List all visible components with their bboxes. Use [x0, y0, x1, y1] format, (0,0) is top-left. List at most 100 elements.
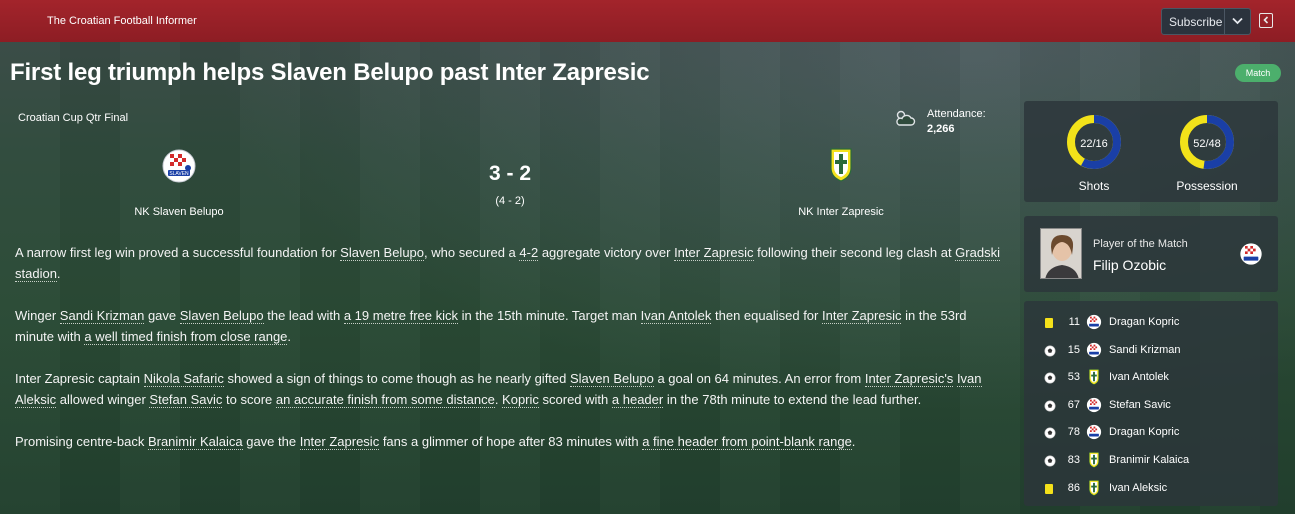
article-text: allowed winger: [56, 392, 150, 407]
event-row[interactable]: 83 Branimir Kalaica: [1024, 450, 1278, 470]
player-of-the-match-panel[interactable]: Player of the Match Filip Ozobic: [1024, 216, 1278, 292]
shots-label: Shots: [1078, 179, 1110, 193]
attendance-value: 2,266: [927, 123, 955, 135]
match-badge[interactable]: Match: [1235, 64, 1281, 82]
article-link[interactable]: Inter Zapresic: [821, 308, 902, 324]
article-text: A narrow first leg win proved a successf…: [15, 245, 341, 260]
inter-zapresic-crest-icon: [1088, 452, 1100, 473]
article-text: .: [56, 266, 61, 281]
potm-label: Player of the Match: [1093, 238, 1188, 250]
article-paragraph: Promising centre-back Branimir Kalaica g…: [15, 431, 1005, 452]
event-row[interactable]: 86 Ivan Aleksic: [1024, 478, 1278, 498]
subscribe-button[interactable]: Subscribe: [1161, 8, 1251, 35]
football-icon: [1044, 454, 1056, 472]
home-team-name[interactable]: NK Slaven Belupo: [79, 206, 279, 218]
slaven-belupo-crest-icon: [1086, 314, 1102, 335]
match-events-panel: 11 Dragan Kopric 15 Sandi Krizman 53 Ivan Ant…: [1024, 301, 1278, 506]
football-icon: [1044, 371, 1056, 389]
event-player-name[interactable]: Stefan Savic: [1109, 399, 1171, 411]
svg-text:SLAVEN: SLAVEN: [169, 171, 189, 177]
event-row[interactable]: 78 Dragan Kopric: [1024, 422, 1278, 442]
event-row[interactable]: 67 Stefan Savic: [1024, 395, 1278, 415]
chevron-down-icon[interactable]: [1224, 9, 1250, 34]
competition-label: Croatian Cup Qtr Final: [18, 112, 129, 124]
article-link[interactable]: Inter Zapresic: [299, 434, 380, 450]
event-minute: 67: [1067, 398, 1080, 411]
aggregate-score: (4 - 2): [495, 195, 525, 207]
slaven-belupo-crest-icon[interactable]: SLAVEN: [162, 148, 196, 189]
match-score: 3 - 2: [488, 162, 532, 185]
slaven-belupo-crest-icon: [1086, 397, 1102, 418]
publication-header: The Croatian Football Informer Subscribe: [0, 0, 1295, 42]
article-text: aggregate victory over: [538, 245, 675, 260]
potm-name[interactable]: Filip Ozobic: [1093, 257, 1166, 273]
attendance-label: Attendance:: [927, 108, 986, 120]
article-text: Inter Zapresic captain: [15, 371, 144, 386]
possession-label: Possession: [1176, 179, 1238, 193]
article-text: , who secured a: [424, 245, 520, 260]
page-title: First leg triumph helps Slaven Belupo pa…: [10, 59, 650, 86]
article-text: Promising centre-back: [15, 434, 148, 449]
article-text: in the 15th minute. Target man: [457, 308, 641, 323]
article-link[interactable]: Slaven Belupo: [179, 308, 264, 324]
article-text: fans a glimmer of hope after 83 minutes …: [379, 434, 643, 449]
article-paragraph: Winger Sandi Krizman gave Slaven Belupo …: [15, 305, 1005, 347]
article-text: showed a sign of things to come though a…: [223, 371, 570, 386]
event-minute: 53: [1067, 371, 1080, 384]
event-minute: 11: [1068, 316, 1080, 328]
article-text: .: [494, 392, 503, 407]
yellow-card-icon: [1044, 316, 1054, 334]
article-link[interactable]: Slaven Belupo: [340, 245, 425, 261]
cloudy-weather-icon: [894, 109, 916, 132]
article-text: to score: [222, 392, 276, 407]
collapse-panel-icon[interactable]: [1259, 13, 1273, 28]
event-player-name[interactable]: Ivan Aleksic: [1109, 482, 1167, 494]
article-link[interactable]: a header: [611, 392, 664, 408]
article-link[interactable]: Inter Zapresic's: [864, 371, 954, 387]
article-link[interactable]: Ivan Antolek: [640, 308, 712, 324]
inter-zapresic-crest-icon: [1088, 479, 1100, 501]
event-row[interactable]: 15 Sandi Krizman: [1024, 340, 1278, 360]
article-text: .: [851, 434, 856, 449]
article-link[interactable]: Sandi Krizman: [59, 308, 145, 324]
article-link[interactable]: Inter Zapresic: [674, 245, 754, 261]
article-link[interactable]: a 19 metre free kick: [343, 308, 458, 324]
article-link[interactable]: an accurate finish from some distance: [275, 392, 495, 408]
subscribe-label: Subscribe: [1169, 15, 1223, 29]
article-text: Winger: [15, 308, 60, 323]
event-player-name[interactable]: Dragan Kopric: [1109, 316, 1179, 328]
article-link[interactable]: a well timed finish from close range: [84, 329, 288, 345]
football-icon: [1044, 399, 1056, 417]
slaven-belupo-crest-icon[interactable]: [1239, 242, 1263, 271]
article-text: following their second leg clash at: [753, 245, 956, 260]
article-text: gave the: [242, 434, 300, 449]
article-paragraph: A narrow first leg win proved a successf…: [15, 242, 1005, 284]
event-row[interactable]: 11 Dragan Kopric: [1024, 312, 1278, 332]
player-photo[interactable]: [1040, 228, 1082, 279]
yellow-card-icon: [1044, 482, 1054, 500]
article-link[interactable]: Kopric: [502, 392, 539, 408]
publication-name: The Croatian Football Informer: [47, 15, 197, 27]
article-link[interactable]: Stefan Savic: [149, 392, 223, 408]
event-player-name[interactable]: Dragan Kopric: [1109, 426, 1179, 438]
article-link[interactable]: Branimir Kalaica: [147, 434, 243, 450]
event-row[interactable]: 53 Ivan Antolek: [1024, 367, 1278, 387]
shots-value: 22/16: [1080, 138, 1108, 150]
article-link[interactable]: 4-2: [519, 245, 539, 261]
article-text: .: [287, 329, 292, 344]
inter-zapresic-crest-icon[interactable]: [830, 148, 852, 187]
article-text: scored with: [538, 392, 612, 407]
event-player-name[interactable]: Branimir Kalaica: [1109, 454, 1189, 466]
article-link[interactable]: a fine header from point-blank range: [642, 434, 852, 450]
event-player-name[interactable]: Sandi Krizman: [1109, 344, 1181, 356]
event-minute: 83: [1067, 454, 1080, 466]
event-minute: 78: [1067, 426, 1080, 439]
article-text: gave: [144, 308, 180, 323]
slaven-belupo-crest-icon: [1086, 342, 1102, 363]
possession-value: 52/48: [1193, 138, 1221, 150]
article-text: a goal on 64 minutes. An error from: [653, 371, 865, 386]
event-player-name[interactable]: Ivan Antolek: [1109, 371, 1169, 383]
away-team-name[interactable]: NK Inter Zapresic: [741, 206, 941, 218]
article-link[interactable]: Nikola Safaric: [143, 371, 224, 387]
article-link[interactable]: Slaven Belupo: [570, 371, 654, 387]
